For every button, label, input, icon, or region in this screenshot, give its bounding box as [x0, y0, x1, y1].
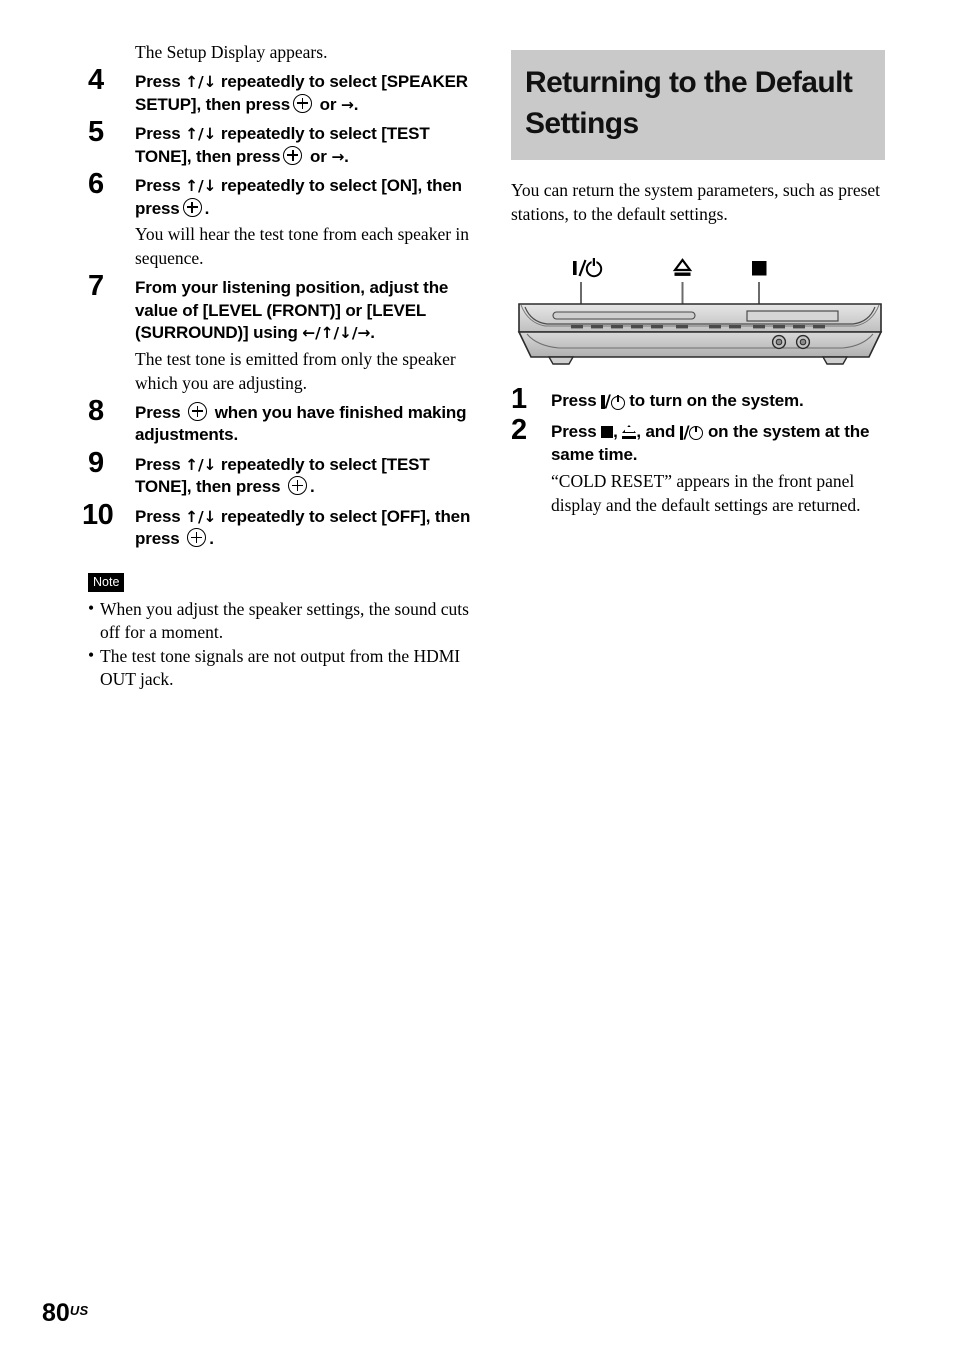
enter-button-icon [293, 93, 313, 113]
note-item: The test tone signals are not output fro… [88, 644, 480, 691]
reset-step-1-title: Press / to turn on the system. [551, 390, 889, 414]
direction-arrows-icon: ←/↑/↓/→ [302, 324, 371, 342]
page-number: 80US [42, 1301, 88, 1326]
step-7-text-b: . [370, 323, 375, 342]
step-6-text-a: Press [135, 176, 186, 195]
step-10-title: Press ↑/↓ repeatedly to select [OFF], th… [135, 506, 480, 551]
reset-step-2-description: “COLD RESET” appears in the front panel … [551, 470, 861, 515]
step-10: 10 Press ↑/↓ repeatedly to select [OFF],… [82, 500, 480, 551]
step-number: 2 [511, 413, 527, 446]
step-9-title: Press ↑/↓ repeatedly to select [TEST TON… [135, 454, 480, 499]
step-number: 5 [88, 116, 104, 148]
step-4-text-a: Press [135, 72, 186, 91]
step-5-text-c: TONE], then press [135, 146, 281, 166]
reset-step-1-text-a: Press [551, 391, 602, 410]
step-number: 9 [88, 446, 104, 479]
manual-page: The Setup Display appears. 4 Press ↑/↓ r… [0, 0, 954, 1352]
front-panel-display [746, 310, 839, 322]
enter-button-icon [288, 476, 308, 495]
section-heading: Returning to the Default Settings [511, 50, 885, 160]
step-8-title: Press when you have finished making adju… [135, 401, 480, 447]
front-panel-illustration [517, 258, 883, 365]
step-8: 8 Press when you have finished making ad… [88, 396, 480, 447]
step-6-title: Press ↑/↓ repeatedly to select [ON], the… [135, 175, 480, 220]
reset-step-2-text-a: Press [551, 421, 602, 441]
step-6-description: You will hear the test tone from each sp… [135, 224, 470, 268]
step-7: 7 From your listening position, adjust t… [88, 271, 480, 395]
step-7-text-a: From your listening position, adjust the… [135, 278, 449, 342]
step-9: 9 Press ↑/↓ repeatedly to select [TEST T… [88, 448, 480, 499]
intro-line: The Setup Display appears. [135, 42, 328, 62]
step-number: 1 [511, 383, 527, 415]
step-7-description: The test tone is emitted from only the s… [135, 348, 456, 393]
step-number: 8 [88, 394, 104, 427]
power-symbol-icon [573, 258, 603, 278]
eject-symbol-icon [622, 424, 637, 439]
page-number-value: 80 [42, 1299, 70, 1327]
reset-step-2-text-b: , [613, 421, 623, 441]
step-6-text-d: . [204, 198, 210, 218]
updown-arrows-icon: ↑/↓ [185, 455, 217, 474]
note-list: When you adjust the speaker settings, th… [88, 597, 480, 691]
updown-arrows-icon: ↑/↓ [185, 507, 217, 526]
page-region-suffix: US [69, 1303, 89, 1318]
reset-step-1-text-b: to turn on the system. [624, 391, 804, 410]
step-5-title: Press ↑/↓ repeatedly to select [TEST TON… [135, 123, 480, 168]
note-item: When you adjust the speaker settings, th… [88, 597, 480, 644]
step-9-text-c: . [310, 477, 315, 496]
step-number: 6 [88, 168, 104, 200]
stop-symbol-icon [752, 261, 767, 276]
updown-arrows-icon: ↑/↓ [185, 125, 217, 143]
reset-step-1: 1 Press / to turn on the system. [511, 384, 889, 414]
disc-tray-slot [552, 311, 696, 320]
step-10-text-a: Press [135, 506, 186, 526]
device-foot-right [821, 356, 849, 365]
right-column: Returning to the Default Settings You ca… [511, 40, 889, 517]
step-number: 10 [82, 498, 114, 531]
step-5-text-e: . [344, 146, 349, 166]
device-body [517, 303, 883, 365]
power-symbol-icon: / [601, 391, 625, 414]
step-9-text-a: Press [135, 454, 186, 474]
step-5-text-a: Press [135, 124, 186, 143]
step-6-text-b: repeatedly to select [ON], [216, 176, 423, 195]
note-block: Note When you adjust the speaker setting… [88, 572, 480, 692]
note-badge: Note [88, 572, 125, 592]
enter-button-icon [182, 197, 202, 217]
right-arrow-icon: → [331, 147, 345, 166]
enter-button-icon [188, 401, 208, 421]
enter-button-icon [283, 145, 303, 165]
step-4-title: Press ↑/↓ repeatedly to select [SPEAKER … [135, 71, 480, 116]
right-arrow-icon: → [340, 95, 354, 114]
power-symbol-icon: / [679, 422, 704, 445]
device-foot-left [547, 356, 575, 365]
step-6: 6 Press ↑/↓ repeatedly to select [ON], t… [88, 169, 480, 270]
reset-steps: 1 Press / to turn on the system. 2 Press… [511, 384, 889, 517]
left-column: The Setup Display appears. 4 Press ↑/↓ r… [82, 40, 480, 692]
step-number: 4 [88, 64, 104, 96]
step-number: 7 [88, 270, 104, 302]
section-intro: You can return the system parameters, su… [511, 180, 881, 224]
step-4-text-d: or [315, 94, 337, 114]
enter-button-icon [187, 528, 207, 547]
step-10-text-c: . [209, 529, 214, 548]
step-4-text-b: repeatedly to select [216, 72, 377, 91]
step-7-title: From your listening position, adjust the… [135, 277, 480, 345]
reset-step-2-text-c: , and [636, 421, 680, 441]
eject-symbol-icon [672, 258, 693, 276]
step-5: 5 Press ↑/↓ repeatedly to select [TEST T… [88, 117, 480, 168]
reset-step-2: 2 Press , , and / on the system at the s… [511, 415, 889, 517]
step-5-text-b: repeatedly to select [TEST [216, 124, 430, 143]
reset-step-2-title: Press , , and / on the system at the sam… [551, 421, 889, 467]
stop-symbol-icon [601, 425, 614, 438]
front-panel-figure [511, 254, 889, 372]
step-4-text-e: . [353, 94, 359, 114]
step-5-text-d: or [305, 146, 332, 166]
updown-arrows-icon: ↑/↓ [185, 73, 217, 91]
step-8-text-a: Press [135, 402, 186, 422]
step-4: 4 Press ↑/↓ repeatedly to select [SPEAKE… [88, 65, 480, 116]
updown-arrows-icon: ↑/↓ [185, 177, 217, 195]
